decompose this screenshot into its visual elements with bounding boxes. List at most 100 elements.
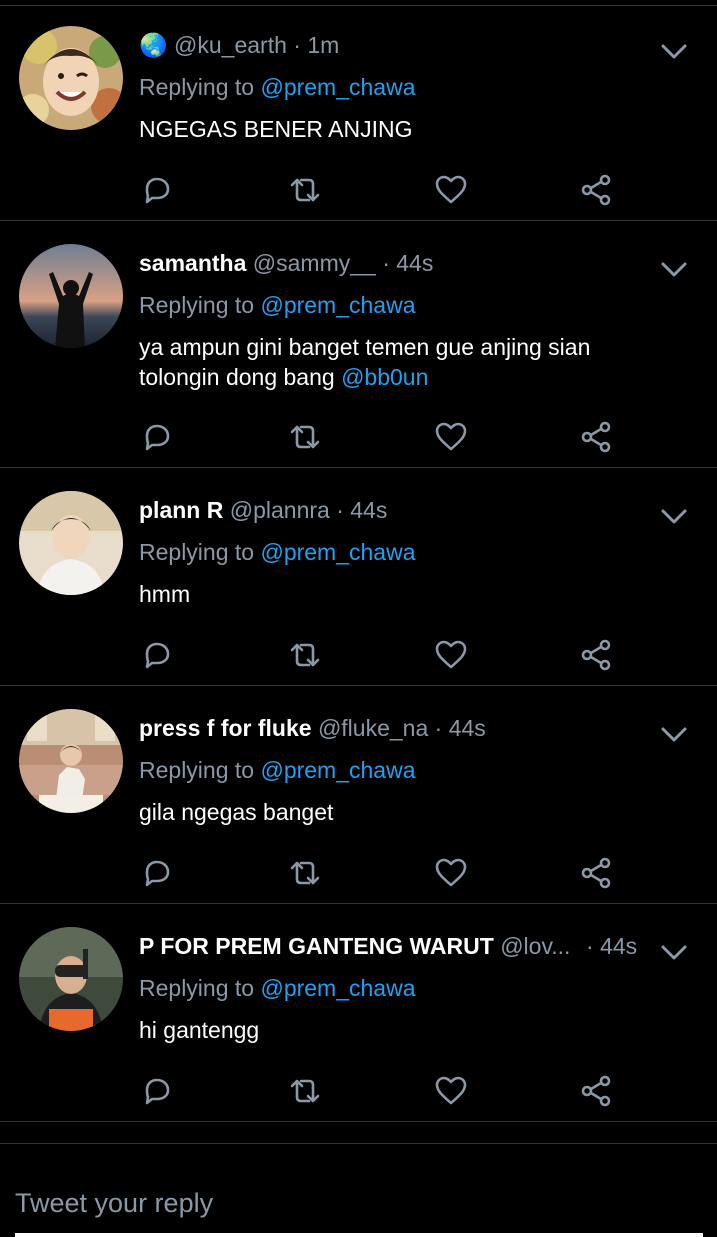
tweet-header: P FOR PREM GANTENG WARUT @lov... <box>139 931 569 961</box>
retweet-button[interactable] <box>287 172 323 208</box>
replying-to-label: Replying to <box>139 975 255 1001</box>
mention-link[interactable]: @prem_chawa <box>260 975 415 1001</box>
tweet-text-body: hi gantengg <box>139 1017 260 1043</box>
reply-icon <box>145 1078 170 1105</box>
avatar[interactable] <box>19 927 123 1031</box>
retweet-icon <box>290 1079 320 1103</box>
replying-to-label: Replying to <box>139 292 255 318</box>
display-name[interactable]: plann R <box>139 497 223 523</box>
like-icon <box>435 1076 467 1105</box>
avatar[interactable] <box>19 26 123 130</box>
share-icon <box>581 421 611 453</box>
replying-to: Replying to @prem_chawa <box>139 72 416 102</box>
like-icon <box>435 422 467 451</box>
tweet-header: samantha @sammy__ · 44s <box>139 248 647 278</box>
like-button[interactable] <box>433 419 469 455</box>
mention-link[interactable]: @prem_chawa <box>260 539 415 565</box>
tweet-text-body: NGEGAS BENER ANJING <box>139 116 413 142</box>
like-button[interactable] <box>433 637 469 673</box>
avatar[interactable] <box>19 709 123 813</box>
display-name[interactable]: press f for fluke <box>139 715 312 741</box>
tweet-text-body: gila ngegas banget <box>139 799 334 825</box>
user-handle[interactable]: @ku_earth <box>174 32 287 58</box>
share-button[interactable] <box>578 419 614 455</box>
timestamp[interactable]: 44s <box>396 250 433 276</box>
tweet-text: gila ngegas banget <box>139 797 679 827</box>
reply-icon <box>145 177 170 204</box>
globe-emoji-icon: 🌏 <box>139 32 168 58</box>
user-handle[interactable]: @sammy__ <box>253 250 376 276</box>
tweet-actions <box>139 1073 629 1113</box>
retweet-icon <box>290 425 320 449</box>
chevron-down-icon[interactable] <box>659 36 689 66</box>
tweet-text: hmm <box>139 579 679 609</box>
retweet-icon <box>290 861 320 885</box>
replying-to-label: Replying to <box>139 757 255 783</box>
mention-link[interactable]: @prem_chawa <box>260 74 415 100</box>
like-icon <box>435 175 467 204</box>
reply-button[interactable] <box>139 855 175 891</box>
chevron-down-icon[interactable] <box>659 254 689 284</box>
share-button[interactable] <box>578 855 614 891</box>
compose-divider <box>0 1143 717 1144</box>
chevron-down-icon[interactable] <box>659 719 689 749</box>
reply-button[interactable] <box>139 637 175 673</box>
chevron-down-icon[interactable] <box>659 937 689 967</box>
mention-link[interactable]: @prem_chawa <box>260 757 415 783</box>
tweet-header: plann R @plannra · 44s <box>139 495 647 525</box>
tweet-text: hi gantengg <box>139 1015 679 1045</box>
mention-link[interactable]: @prem_chawa <box>260 292 415 318</box>
tweet-reply[interactable]: press f for fluke @fluke_na · 44s Replyi… <box>0 686 717 904</box>
like-icon <box>435 640 467 669</box>
retweet-button[interactable] <box>287 855 323 891</box>
retweet-button[interactable] <box>287 419 323 455</box>
reply-input-underline <box>15 1233 703 1237</box>
like-icon <box>435 858 467 887</box>
chevron-down-icon[interactable] <box>659 501 689 531</box>
like-button[interactable] <box>433 1073 469 1109</box>
replying-to: Replying to @prem_chawa <box>139 290 416 320</box>
like-button[interactable] <box>433 855 469 891</box>
replying-to: Replying to @prem_chawa <box>139 973 416 1003</box>
avatar[interactable] <box>19 491 123 595</box>
timestamp[interactable]: 44s <box>350 497 387 523</box>
timestamp[interactable]: 44s <box>600 933 637 959</box>
reply-input[interactable]: Tweet your reply <box>15 1188 213 1219</box>
tweet-header: press f for fluke @fluke_na · 44s <box>139 713 647 743</box>
mention-link[interactable]: @bb0un <box>341 364 428 390</box>
retweet-icon <box>290 643 320 667</box>
avatar[interactable] <box>19 244 123 348</box>
tweet-actions <box>139 172 629 212</box>
tweet-text: ya ampun gini banget temen gue anjing si… <box>139 332 639 392</box>
tweet-reply[interactable]: P FOR PREM GANTENG WARUT @lov... · 44s R… <box>0 904 717 1122</box>
replying-to-label: Replying to <box>139 539 255 565</box>
like-button[interactable] <box>433 172 469 208</box>
user-handle[interactable]: @fluke_na <box>318 715 428 741</box>
tweet-actions <box>139 637 629 677</box>
timestamp[interactable]: 44s <box>449 715 486 741</box>
retweet-button[interactable] <box>287 1073 323 1109</box>
share-icon <box>581 639 611 671</box>
display-name[interactable]: samantha <box>139 250 246 276</box>
timestamp[interactable]: 1m <box>307 32 339 58</box>
retweet-button[interactable] <box>287 637 323 673</box>
display-name[interactable]: P FOR PREM GANTENG WARUT <box>139 933 494 959</box>
reply-button[interactable] <box>139 172 175 208</box>
reply-icon <box>145 860 170 887</box>
tweet-reply[interactable]: samantha @sammy__ · 44s Replying to @pre… <box>0 221 717 468</box>
tweet-reply[interactable]: 🌏 @ku_earth · 1m Replying to @prem_chawa… <box>0 6 717 221</box>
share-icon <box>581 1075 611 1107</box>
tweet-reply[interactable]: plann R @plannra · 44s Replying to @prem… <box>0 468 717 686</box>
tweet-text: NGEGAS BENER ANJING <box>139 114 679 144</box>
share-button[interactable] <box>578 172 614 208</box>
separator-dot: · <box>293 32 301 58</box>
share-button[interactable] <box>578 1073 614 1109</box>
separator-dot: · <box>336 497 344 523</box>
retweet-icon <box>290 178 320 202</box>
share-button[interactable] <box>578 637 614 673</box>
reply-button[interactable] <box>139 419 175 455</box>
user-handle[interactable]: @plannra <box>230 497 330 523</box>
separator-dot: · <box>382 250 390 276</box>
reply-button[interactable] <box>139 1073 175 1109</box>
user-handle[interactable]: @lov... <box>500 933 569 959</box>
